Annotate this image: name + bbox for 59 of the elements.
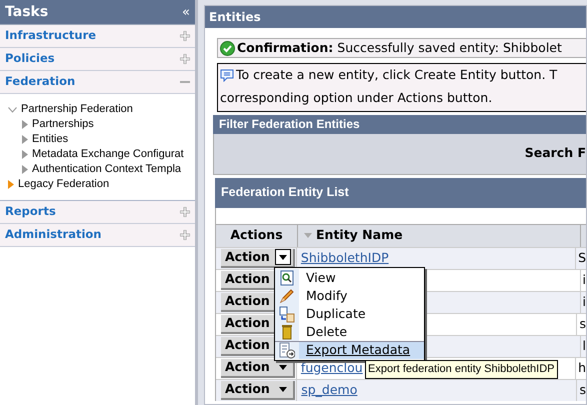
tree-item[interactable]: Partnerships xyxy=(32,116,94,133)
confirmation-message: Confirmation: Successfully saved entity: Shibbolet xyxy=(237,38,562,57)
panel-title: Entities xyxy=(209,9,261,26)
section-header[interactable]: Federation xyxy=(0,71,195,94)
tree-item[interactable]: Entities xyxy=(32,131,68,148)
action-button[interactable]: Action xyxy=(221,248,295,268)
collapsed-triangle-icon[interactable] xyxy=(22,120,28,129)
section-title[interactable]: Policies xyxy=(5,50,55,68)
check-icon xyxy=(220,40,235,56)
table-cell-text: i xyxy=(582,292,586,311)
caret-down-icon xyxy=(279,364,287,370)
caret-down-icon xyxy=(279,254,287,260)
speech-bubble-icon xyxy=(220,68,234,82)
table-cell-text: l xyxy=(582,336,586,355)
sort-triangle-icon xyxy=(304,233,312,238)
collapsed-triangle-icon[interactable] xyxy=(22,135,28,144)
collapse-button[interactable]: « xyxy=(182,6,190,18)
plus-icon[interactable] xyxy=(180,31,190,41)
section-header[interactable]: Policies xyxy=(0,48,195,71)
action-button[interactable]: Action xyxy=(221,358,295,378)
sidebar-title: Tasks xyxy=(5,2,48,22)
table-cell-text: S xyxy=(578,248,586,267)
action-button[interactable]: Action xyxy=(221,380,295,400)
tree-item[interactable]: Authentication Context Templa xyxy=(32,161,181,178)
list-title: Federation Entity List xyxy=(221,184,349,202)
table-cell-text: h xyxy=(578,358,586,377)
plus-icon[interactable] xyxy=(180,207,190,217)
collapsed-triangle-icon[interactable] xyxy=(8,180,14,189)
section-header[interactable]: Administration xyxy=(0,224,195,247)
caret-down-icon xyxy=(279,386,287,392)
section-title[interactable]: Federation xyxy=(5,73,76,91)
section-title[interactable]: Infrastructure xyxy=(5,27,96,45)
info-text: To create a new entity, click Create Entity button. T xyxy=(236,66,558,84)
table-cell-text: s xyxy=(579,380,586,399)
section-title[interactable]: Reports xyxy=(5,203,56,221)
tree-item[interactable]: Metadata Exchange Configurat xyxy=(32,146,184,163)
section-header[interactable]: Reports xyxy=(0,201,195,224)
entity-link[interactable]: ShibbolethIDP xyxy=(300,248,389,268)
tree-item[interactable]: Legacy Federation xyxy=(18,176,110,193)
plus-icon[interactable] xyxy=(180,230,190,240)
pencil-icon xyxy=(279,288,295,304)
filter-title: Filter Federation Entities xyxy=(219,116,360,134)
plus-icon[interactable] xyxy=(180,54,190,64)
magnifier-icon xyxy=(280,270,294,286)
tooltip: Export federation entity ShibbolethIDP xyxy=(365,360,558,378)
table-cell-text: s xyxy=(579,314,586,333)
tree-item[interactable]: Partnership Federation xyxy=(21,101,133,118)
entity-link[interactable]: fugenclou xyxy=(300,358,363,378)
menu-item[interactable]: Export Metadata xyxy=(275,341,424,359)
section-title[interactable]: Administration xyxy=(5,226,102,244)
section-header[interactable]: Infrastructure xyxy=(0,25,195,48)
trash-can-icon xyxy=(281,324,293,340)
collapsed-triangle-icon[interactable] xyxy=(22,150,28,159)
table-cell-text: i xyxy=(582,270,586,289)
entity-link[interactable]: sp_demo xyxy=(301,380,358,400)
copy-documents-icon xyxy=(279,306,295,322)
info-text: corresponding option under Actions button. xyxy=(220,90,492,105)
search-label: Search F xyxy=(524,144,586,162)
collapsed-triangle-icon[interactable] xyxy=(22,165,28,174)
